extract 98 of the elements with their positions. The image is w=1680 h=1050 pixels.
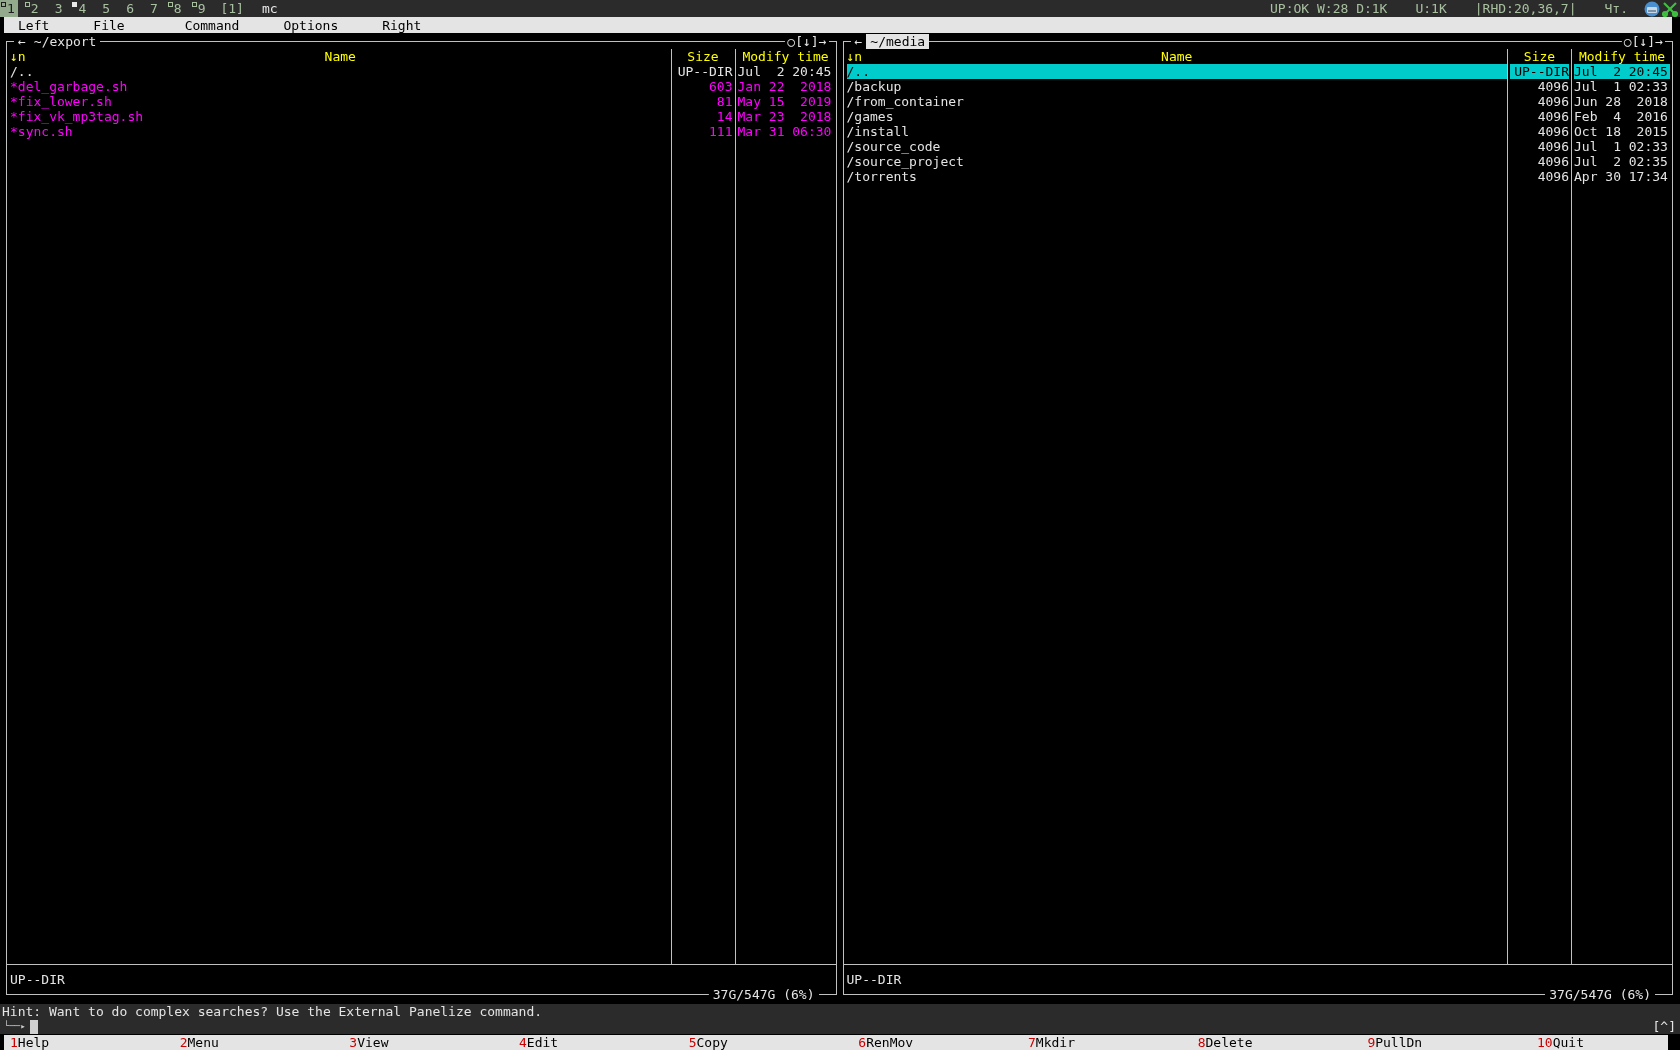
file-size: 81	[715, 94, 733, 109]
file-name[interactable]: /source_project	[846, 154, 1507, 169]
status-text: Чт.	[1604, 1, 1628, 16]
scissors-icon[interactable]	[1662, 0, 1678, 17]
menu-item[interactable]: File	[93, 17, 125, 33]
function-key[interactable]: 8Delete	[1191, 1035, 1362, 1050]
hint-text: Hint: Want to do complex searches? Use the External Panelize command.	[2, 1004, 543, 1019]
file-name[interactable]: /install	[846, 124, 1507, 139]
file-name[interactable]: /source_code	[846, 139, 1507, 154]
file-modified: Mar 23 2018	[737, 109, 833, 124]
function-key[interactable]: 6RenMov	[852, 1035, 1023, 1050]
column-header[interactable]: Modify time	[742, 49, 829, 64]
layout-indicator: [1]	[220, 1, 244, 16]
file-size: 4096	[1536, 79, 1569, 94]
workspace-indicator-icon	[72, 2, 78, 7]
file-modified: Jul 1 02:33	[1574, 139, 1669, 154]
file-modified: Jul 1 02:33	[1574, 79, 1669, 94]
status-text: U:1K	[1415, 1, 1447, 16]
file-size: 4096	[1536, 139, 1569, 154]
disk-usage: 37G/547G (6%)	[711, 987, 816, 1002]
file-modified: Mar 31 06:30	[737, 124, 833, 139]
menu-item[interactable]: Right	[382, 17, 422, 33]
function-key[interactable]: 2Menu	[173, 1035, 344, 1050]
panel-buttons[interactable]: ○[↓]→	[1621, 34, 1665, 49]
file-name[interactable]: *fix_lower.sh	[10, 94, 671, 109]
file-size: 14	[715, 109, 733, 124]
file-modified: Apr 30 17:34	[1574, 169, 1669, 184]
function-key[interactable]: 9PullDn	[1361, 1035, 1532, 1050]
function-key[interactable]: 1Help	[4, 1035, 174, 1050]
file-size: 4096	[1536, 169, 1569, 184]
function-key[interactable]: 10Quit	[1531, 1035, 1668, 1050]
file-name[interactable]: /torrents	[846, 169, 1507, 184]
function-key[interactable]: 7Mkdir	[1022, 1035, 1192, 1050]
file-name[interactable]: *fix_vk_mp3tag.sh	[10, 109, 671, 124]
file-size: UP--DIR	[1510, 64, 1569, 79]
panel-buttons[interactable]: ○[↓]→	[785, 34, 829, 49]
file-name[interactable]: *del_garbage.sh	[10, 79, 671, 94]
mini-status: UP--DIR	[846, 972, 902, 987]
disk-usage: 37G/547G (6%)	[1548, 987, 1652, 1002]
command-input-field[interactable]	[29, 1019, 38, 1034]
mini-status: UP--DIR	[10, 972, 65, 987]
file-modified: Jul 2 20:45	[1574, 64, 1670, 79]
file-modified: Feb 4 2016	[1574, 109, 1669, 124]
workspace-tab[interactable]: 2	[23, 0, 42, 17]
workspace-tab[interactable]: 9	[190, 0, 209, 17]
workspace-indicator-icon	[24, 2, 30, 7]
column-header[interactable]: Size	[1523, 49, 1556, 64]
workspace-tab[interactable]: 3	[47, 0, 66, 17]
panel-path: ~/export	[32, 34, 98, 49]
file-name[interactable]: /from_container	[846, 94, 1507, 109]
workspace-tab[interactable]: 5	[95, 0, 114, 17]
workspace-indicator-icon	[191, 2, 197, 7]
sort-indicator[interactable]: ↓n	[10, 49, 26, 64]
file-name[interactable]: /games	[846, 109, 1507, 124]
history-back-button[interactable]: ←	[14, 34, 30, 49]
file-modified: Jan 22 2018	[737, 79, 833, 94]
file-size: 603	[708, 79, 733, 94]
function-key[interactable]: 5Copy	[682, 1035, 853, 1050]
menu-item[interactable]: Command	[184, 17, 240, 33]
file-modified: Jun 28 2018	[1574, 94, 1669, 109]
status-text: |RHD:20,36,7|	[1474, 1, 1577, 16]
file-name[interactable]: /..	[846, 64, 1507, 79]
collapse-button[interactable]: [^]	[1652, 1019, 1676, 1034]
function-key[interactable]: 3View	[343, 1035, 513, 1050]
file-size: 4096	[1536, 154, 1569, 169]
status-text: UP:OK W:28 D:1K	[1270, 1, 1388, 16]
menu-item[interactable]: Options	[283, 17, 339, 33]
file-name[interactable]: /backup	[846, 79, 1507, 94]
file-size: UP--DIR	[676, 64, 733, 79]
panel-path: ~/media	[866, 34, 930, 49]
window-title: mc	[261, 1, 278, 16]
file-name[interactable]: *sync.sh	[10, 124, 671, 139]
workspace-tab[interactable]: 6	[119, 0, 137, 17]
file-modified: Jul 2 20:45	[737, 64, 833, 79]
workspace-indicator-icon	[1, 2, 6, 7]
column-header[interactable]: Name	[324, 49, 356, 64]
sort-indicator[interactable]: ↓n	[846, 49, 863, 64]
file-modified: Jul 2 02:35	[1574, 154, 1669, 169]
workspace-tab[interactable]: 8	[166, 0, 185, 17]
file-name[interactable]: /..	[10, 64, 671, 79]
function-key[interactable]: 4Edit	[513, 1035, 683, 1050]
file-size: 4096	[1536, 94, 1569, 109]
workspace-tab[interactable]: 1	[0, 0, 18, 17]
column-header[interactable]: Modify time	[1578, 49, 1666, 64]
workspace-indicator-icon	[167, 2, 173, 7]
column-header[interactable]: Name	[1161, 49, 1193, 64]
file-modified: May 15 2019	[737, 94, 833, 109]
workspace-tab[interactable]: 4	[71, 0, 90, 17]
column-header[interactable]: Size	[687, 49, 719, 64]
file-size: 111	[708, 124, 733, 139]
menu-item[interactable]: Left	[18, 17, 50, 33]
disk-tray-icon[interactable]	[1644, 0, 1660, 17]
workspace-tab[interactable]: 7	[142, 0, 161, 17]
command-prompt: └──▸	[4, 1019, 26, 1033]
file-size: 4096	[1536, 109, 1569, 124]
file-size: 4096	[1536, 124, 1569, 139]
file-modified: Oct 18 2015	[1574, 124, 1669, 139]
history-back-button[interactable]: ←	[850, 34, 867, 49]
